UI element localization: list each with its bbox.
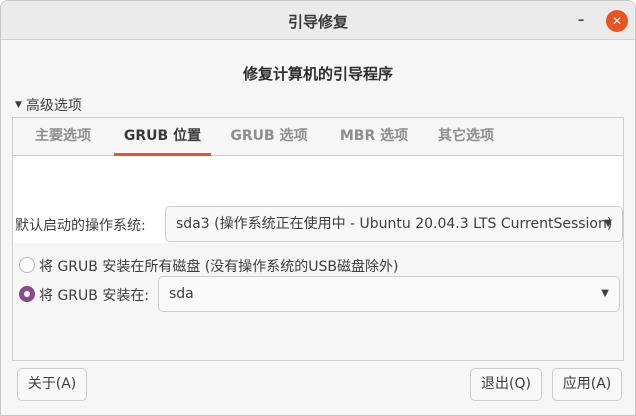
tab-main-options[interactable]: 主要选项 [25,118,101,156]
dropdown-arrow-icon: ▼ [601,288,609,299]
about-button[interactable]: 关于(A) [17,368,87,401]
install-device-dropdown[interactable]: sda ▼ [158,276,620,312]
window-title: 引导修复 [287,13,348,31]
close-button[interactable]: ✕ [606,10,628,32]
title-bar: 引导修复 – ✕ [1,1,635,40]
dropdown-arrow-icon: ▼ [604,218,612,229]
tab-bar: 主要选项 GRUB 位置 GRUB 选项 MBR 选项 其它选项 [13,118,623,156]
expander-arrow-icon: ▼ [15,100,22,110]
options-notebook: 主要选项 GRUB 位置 GRUB 选项 MBR 选项 其它选项 默认启动的操作… [12,117,624,361]
tab-grub-location[interactable]: GRUB 位置 [114,118,211,156]
radio-install-on[interactable] [19,286,35,302]
default-os-dropdown[interactable]: sda3 (操作系统正在使用中 - Ubuntu 20.04.3 LTS Cur… [165,206,623,242]
tab-grub-options[interactable]: GRUB 选项 [221,118,317,156]
radio-all-disks[interactable] [19,257,35,273]
apply-button[interactable]: 应用(A) [552,368,622,401]
page-heading: 修复计算机的引导程序 [242,65,393,83]
advanced-options-label: 高级选项 [25,98,82,114]
radio-install-on-label[interactable]: 将 GRUB 安装在: [39,285,149,305]
default-os-label: 默认启动的操作系统: [15,218,146,234]
boot-repair-window: 引导修复 – ✕ 修复计算机的引导程序 ▼ 高级选项 主要选项 GRUB 位置 … [0,0,636,416]
install-device-value: sda [169,286,194,302]
minimize-button[interactable]: – [570,10,592,32]
default-os-value: sda3 (操作系统正在使用中 - Ubuntu 20.04.3 LTS Cur… [176,216,613,232]
tab-mbr-options[interactable]: MBR 选项 [327,118,421,156]
tab-other-options[interactable]: 其它选项 [423,118,509,156]
quit-button[interactable]: 退出(Q) [470,368,542,401]
radio-all-disks-label[interactable]: 将 GRUB 安装在所有磁盘 (没有操作系统的USB磁盘除外) [39,256,398,276]
advanced-options-expander[interactable]: ▼ 高级选项 [15,95,82,115]
